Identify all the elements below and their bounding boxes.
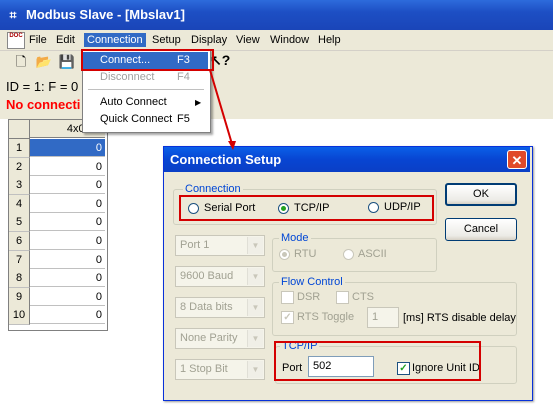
rts-toggle-label[interactable]: RTS Toggle xyxy=(297,311,354,323)
grid-row-number[interactable]: 2 xyxy=(9,157,30,177)
annotation-box-connect xyxy=(81,49,214,71)
grid-corner[interactable] xyxy=(9,120,30,139)
annotation-box-tcpip xyxy=(274,341,481,381)
menu-edit[interactable]: Edit xyxy=(53,33,78,47)
connection-group-label: Connection xyxy=(183,183,243,195)
grid-cell[interactable]: 0 xyxy=(30,232,105,250)
parity-combo-value: None Parity xyxy=(180,332,238,344)
document-icon[interactable]: DOC xyxy=(7,32,25,49)
parity-combo[interactable]: None Parity ▼ xyxy=(175,328,265,349)
new-icon[interactable]: 🗋 xyxy=(12,53,30,71)
grid-row-number[interactable]: 5 xyxy=(9,213,30,233)
grid-row-number[interactable]: 8 xyxy=(9,269,30,289)
chevron-down-icon: ▼ xyxy=(247,330,263,347)
grid-cell[interactable]: 0 xyxy=(30,158,105,176)
flow-control-group-label: Flow Control xyxy=(279,276,345,288)
grid-row-number[interactable]: 10 xyxy=(9,306,30,326)
id-status-text: ID = 1: F = 0 xyxy=(6,79,79,94)
grid-cell[interactable]: 0 xyxy=(30,288,105,306)
close-icon[interactable]: ✕ xyxy=(507,150,527,169)
radio-ascii[interactable] xyxy=(343,249,354,260)
cancel-button[interactable]: Cancel xyxy=(445,218,517,241)
grid-cell[interactable]: 0 xyxy=(30,213,105,232)
port-combo[interactable]: Port 1 ▼ xyxy=(175,235,265,256)
grid-row-number[interactable]: 1 xyxy=(9,139,30,158)
connection-status-text: No connecti xyxy=(6,97,81,112)
rts-delay-label: [ms] RTS disable delay xyxy=(403,312,516,324)
chevron-down-icon: ▼ xyxy=(247,299,263,316)
menu-item-label: Disconnect xyxy=(100,71,155,83)
menu-item-label: Quick Connect xyxy=(100,113,173,125)
grid-cell[interactable]: 0 xyxy=(30,269,105,288)
grid-cell[interactable]: 0 xyxy=(30,195,105,213)
dsr-checkbox[interactable] xyxy=(281,291,294,304)
port-combo-value: Port 1 xyxy=(180,239,210,251)
rts-delay-input[interactable]: 1 xyxy=(367,307,399,328)
grid-cell[interactable]: 0 xyxy=(30,176,105,195)
menu-item-auto-connect[interactable]: Auto Connect xyxy=(83,94,208,111)
grid-row-number[interactable]: 6 xyxy=(9,232,30,251)
open-icon[interactable]: 📂 xyxy=(35,53,53,71)
menu-view[interactable]: View xyxy=(233,33,263,47)
menu-display[interactable]: Display xyxy=(188,33,230,47)
dsr-label[interactable]: DSR xyxy=(297,291,320,303)
chevron-down-icon: ▼ xyxy=(247,237,263,254)
grid-row-number[interactable]: 4 xyxy=(9,194,30,214)
grid-row-number[interactable]: 3 xyxy=(9,176,30,196)
data-bits-combo[interactable]: 8 Data bits ▼ xyxy=(175,297,265,318)
radio-ascii-label[interactable]: ASCII xyxy=(358,248,387,260)
menu-file[interactable]: File xyxy=(26,33,50,47)
menu-window[interactable]: Window xyxy=(267,33,312,47)
dialog-title: Connection Setup xyxy=(170,152,282,167)
grid-cell[interactable]: 0 xyxy=(30,139,105,157)
ok-button[interactable]: OK xyxy=(445,183,517,206)
radio-rtu[interactable] xyxy=(279,249,290,260)
rts-toggle-checkbox[interactable]: ✓ xyxy=(281,311,294,324)
menu-item-quick-connect[interactable]: Quick Connect F5 xyxy=(83,111,208,128)
stop-bit-combo[interactable]: 1 Stop Bit ▼ xyxy=(175,359,265,380)
window-title: Modbus Slave - [Mbslav1] xyxy=(26,7,185,22)
grid-row-number[interactable]: 7 xyxy=(9,250,30,270)
stop-bit-combo-value: 1 Stop Bit xyxy=(180,363,228,375)
cts-label[interactable]: CTS xyxy=(352,291,374,303)
app-icon[interactable]: ⌗ xyxy=(5,8,21,22)
save-icon[interactable]: 💾 xyxy=(58,53,76,71)
menu-help[interactable]: Help xyxy=(315,33,344,47)
annotation-box-connection xyxy=(179,195,434,221)
grid-row-number[interactable]: 9 xyxy=(9,287,30,307)
radio-rtu-label[interactable]: RTU xyxy=(294,248,316,260)
menu-item-label: Auto Connect xyxy=(100,96,167,108)
menu-item-disconnect[interactable]: Disconnect F4 xyxy=(83,69,208,86)
cts-checkbox[interactable] xyxy=(336,291,349,304)
submenu-arrow-icon: ▶ xyxy=(195,98,202,107)
menu-item-shortcut: F5 xyxy=(177,113,190,125)
menu-connection[interactable]: Connection xyxy=(84,33,146,47)
grid-cell[interactable]: 0 xyxy=(30,306,105,325)
menu-separator xyxy=(88,89,204,90)
menu-setup[interactable]: Setup xyxy=(149,33,184,47)
chevron-down-icon: ▼ xyxy=(247,361,263,378)
baud-combo[interactable]: 9600 Baud ▼ xyxy=(175,266,265,287)
grid-cell[interactable]: 0 xyxy=(30,251,105,269)
data-bits-combo-value: 8 Data bits xyxy=(180,301,233,313)
mode-group-label: Mode xyxy=(279,232,311,244)
menu-item-shortcut: F4 xyxy=(177,71,190,83)
baud-combo-value: 9600 Baud xyxy=(180,270,234,282)
chevron-down-icon: ▼ xyxy=(247,268,263,285)
